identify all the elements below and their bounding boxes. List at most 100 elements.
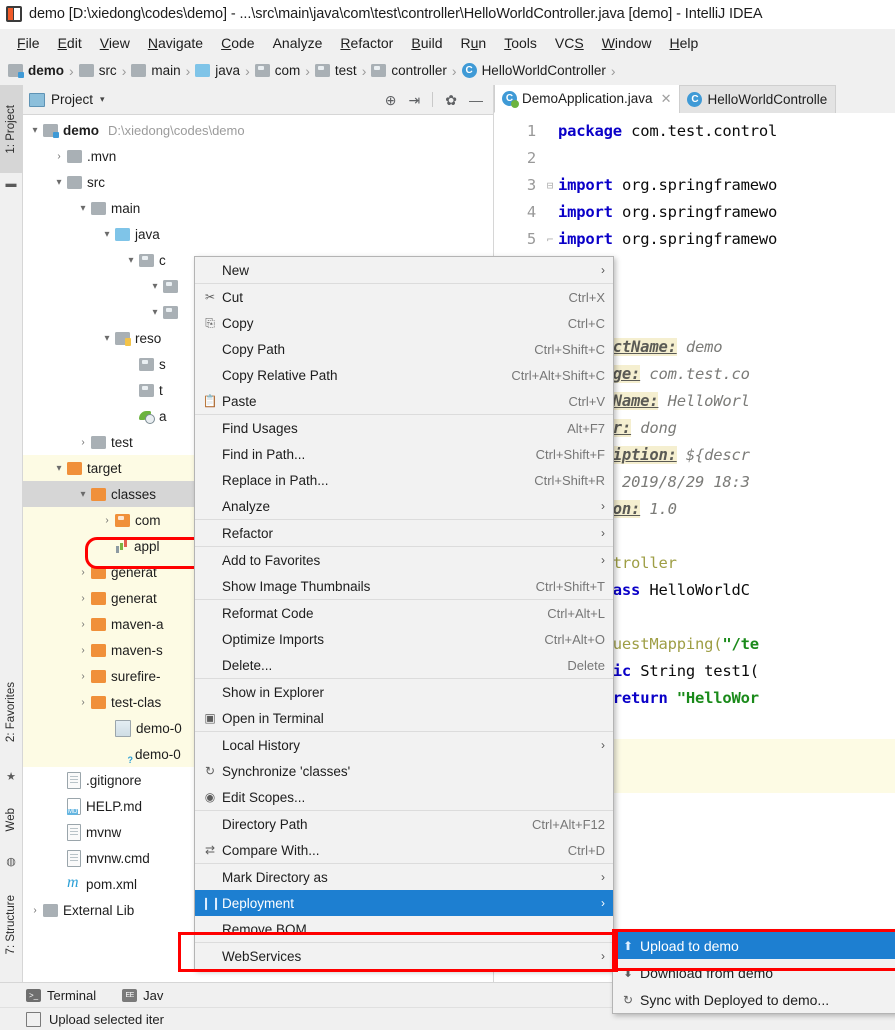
tree-row[interactable]: › .mvn xyxy=(23,143,493,169)
deployment-submenu[interactable]: ⬆ Upload to demo ⬇ Download from demo ↻ Sync … xyxy=(612,931,895,1014)
tab-demoapplication-java[interactable]: C DemoApplication.java ✕ xyxy=(494,85,681,113)
menu-vcs[interactable]: VCS xyxy=(546,33,593,53)
breadcrumb-item-demo[interactable]: demo xyxy=(8,63,64,78)
menu-item-shortcut: Ctrl+D xyxy=(567,842,605,858)
sidebar-item-project[interactable]: 1: Project xyxy=(0,85,22,173)
menu-window[interactable]: Window xyxy=(593,33,661,53)
chevron-down-icon[interactable]: ▾ xyxy=(99,229,115,240)
breadcrumb-item-com[interactable]: com xyxy=(254,63,300,78)
menu-edit[interactable]: Edit xyxy=(49,33,91,53)
context-menu[interactable]: New › ✂ Cut Ctrl+X ⎘ Copy Ctrl+C Copy Path Ctrl+S… xyxy=(194,256,614,970)
chevron-right-icon[interactable]: › xyxy=(75,671,91,682)
fold-end-icon[interactable]: ⌐ xyxy=(542,226,558,253)
menu-item-add-to-favorites[interactable]: Add to Favorites › xyxy=(195,547,613,573)
menu-item-optimize-imports[interactable]: Optimize Imports Ctrl+Alt+O xyxy=(195,626,613,652)
line-number: 2 xyxy=(526,149,536,167)
menu-item-analyze[interactable]: Analyze › xyxy=(195,493,613,519)
breadcrumb-item-main[interactable]: main xyxy=(131,63,181,78)
settings-gear-icon[interactable]: ✿ xyxy=(445,93,457,107)
chevron-right-icon: › xyxy=(601,263,605,277)
menu-build[interactable]: Build xyxy=(402,33,451,53)
chevron-down-icon[interactable]: ▾ xyxy=(51,463,67,474)
breadcrumb-label: src xyxy=(98,63,117,78)
tree-row[interactable]: ▾ main xyxy=(23,195,493,221)
breadcrumb-item-helloworldcontroller[interactable]: C HelloWorldController xyxy=(461,63,606,78)
menu-item-show-image-thumbnails[interactable]: Show Image Thumbnails Ctrl+Shift+T xyxy=(195,573,613,599)
sidebar-item-structure[interactable]: 7: Structure xyxy=(0,875,22,975)
chevron-right-icon[interactable]: › xyxy=(75,437,91,448)
chevron-down-icon[interactable]: ▾ xyxy=(75,489,91,500)
tab-helloworldcontroller-java[interactable]: C HelloWorldControlle xyxy=(679,85,837,113)
sidebar-item-web[interactable]: Web xyxy=(0,790,22,850)
menu-item-find-usages[interactable]: Find Usages Alt+F7 xyxy=(195,415,613,441)
menu-file[interactable]: File xyxy=(8,33,49,53)
chevron-down-icon[interactable]: ▾ xyxy=(147,307,163,318)
menu-item-local-history[interactable]: Local History › xyxy=(195,732,613,758)
menu-item-replace-in-path[interactable]: Replace in Path... Ctrl+Shift+R xyxy=(195,467,613,493)
menu-item-synchronize-classes[interactable]: ↻ Synchronize 'classes' xyxy=(195,758,613,784)
tree-row[interactable]: ▾ java xyxy=(23,221,493,247)
bottom-item-terminal[interactable]: >_ Terminal xyxy=(26,988,96,1003)
chevron-right-icon[interactable]: › xyxy=(27,905,43,916)
locate-icon[interactable]: ⊕ xyxy=(385,93,397,107)
tree-row[interactable]: ▾ src xyxy=(23,169,493,195)
menu-item-mark-directory-as[interactable]: Mark Directory as › xyxy=(195,864,613,890)
chevron-down-icon[interactable]: ▾ xyxy=(123,255,139,266)
tree-row-label: test-clas xyxy=(111,694,162,710)
chevron-right-icon[interactable]: › xyxy=(51,151,67,162)
ee-icon: EE xyxy=(122,989,138,1002)
menu-item-directory-path[interactable]: Directory Path Ctrl+Alt+F12 xyxy=(195,811,613,837)
breadcrumb-item-test[interactable]: test xyxy=(314,63,357,78)
chevron-down-icon[interactable]: ▾ xyxy=(147,281,163,292)
menu-item-paste[interactable]: 📋 Paste Ctrl+V xyxy=(195,388,613,414)
chevron-right-icon[interactable]: › xyxy=(75,697,91,708)
submenu-item-sync-with-deployed-to-demo[interactable]: ↻ Sync with Deployed to demo... xyxy=(613,986,895,1013)
chevron-right-icon[interactable]: › xyxy=(75,619,91,630)
sidebar-item-favorites[interactable]: 2: Favorites xyxy=(0,660,22,765)
menu-item-show-in-explorer[interactable]: Show in Explorer xyxy=(195,679,613,705)
menu-item-edit-scopes[interactable]: ◉ Edit Scopes... xyxy=(195,784,613,810)
chevron-right-icon[interactable]: › xyxy=(99,515,115,526)
chevron-down-icon[interactable]: ▾ xyxy=(99,333,115,344)
menu-analyze[interactable]: Analyze xyxy=(264,33,332,53)
menu-item-new[interactable]: New › xyxy=(195,257,613,283)
chevron-down-icon[interactable]: ▾ xyxy=(75,203,91,214)
chevron-right-icon[interactable]: › xyxy=(75,645,91,656)
tree-row[interactable]: ▾ demo D:\xiedong\codes\demo xyxy=(23,117,493,143)
submenu-item-upload-to-demo[interactable]: ⬆ Upload to demo xyxy=(613,932,895,959)
hide-panel-icon[interactable]: — xyxy=(469,93,483,107)
chevron-right-icon[interactable]: › xyxy=(75,593,91,604)
menu-item-cut[interactable]: ✂ Cut Ctrl+X xyxy=(195,284,613,310)
menu-item-copy[interactable]: ⎘ Copy Ctrl+C xyxy=(195,310,613,336)
menu-item-delete[interactable]: Delete... Delete xyxy=(195,652,613,678)
chevron-down-icon[interactable]: ▾ xyxy=(100,94,105,105)
menu-code[interactable]: Code xyxy=(212,33,263,53)
breadcrumb-item-src[interactable]: src xyxy=(78,63,117,78)
chevron-down-icon[interactable]: ▾ xyxy=(27,125,43,136)
collapse-all-icon[interactable]: ⇥ xyxy=(409,93,421,107)
menu-item-copy-path[interactable]: Copy Path Ctrl+Shift+C xyxy=(195,336,613,362)
close-icon[interactable]: ✕ xyxy=(661,91,672,107)
chevron-right-icon[interactable]: › xyxy=(75,567,91,578)
menu-item-copy-relative-path[interactable]: Copy Relative Path Ctrl+Alt+Shift+C xyxy=(195,362,613,388)
menu-refactor[interactable]: Refactor xyxy=(331,33,402,53)
menu-item-reformat-code[interactable]: Reformat Code Ctrl+Alt+L xyxy=(195,600,613,626)
submenu-item-download-from-demo[interactable]: ⬇ Download from demo xyxy=(613,959,895,986)
menu-tools[interactable]: Tools xyxy=(495,33,546,53)
breadcrumb-item-controller[interactable]: controller xyxy=(371,63,447,78)
menu-item-open-in-terminal[interactable]: ▣ Open in Terminal xyxy=(195,705,613,731)
menu-navigate[interactable]: Navigate xyxy=(139,33,212,53)
menu-item-compare-with[interactable]: ⇄ Compare With... Ctrl+D xyxy=(195,837,613,863)
menu-item-refactor[interactable]: Refactor › xyxy=(195,520,613,546)
menu-item-find-in-path[interactable]: Find in Path... Ctrl+Shift+F xyxy=(195,441,613,467)
breadcrumb-item-java[interactable]: java xyxy=(195,63,240,78)
menu-item-remove-bom[interactable]: Remove BOM xyxy=(195,916,613,942)
menu-run[interactable]: Run xyxy=(451,33,495,53)
chevron-down-icon[interactable]: ▾ xyxy=(51,177,67,188)
menu-view[interactable]: View xyxy=(91,33,139,53)
bottom-item-javaee[interactable]: EE Jav xyxy=(122,988,163,1003)
menu-item-deployment[interactable]: ❙❙ Deployment › xyxy=(195,890,613,916)
fold-marker-icon[interactable]: ⊟ xyxy=(542,172,558,199)
menu-help[interactable]: Help xyxy=(661,33,708,53)
menu-item-webservices[interactable]: WebServices › xyxy=(195,943,613,969)
